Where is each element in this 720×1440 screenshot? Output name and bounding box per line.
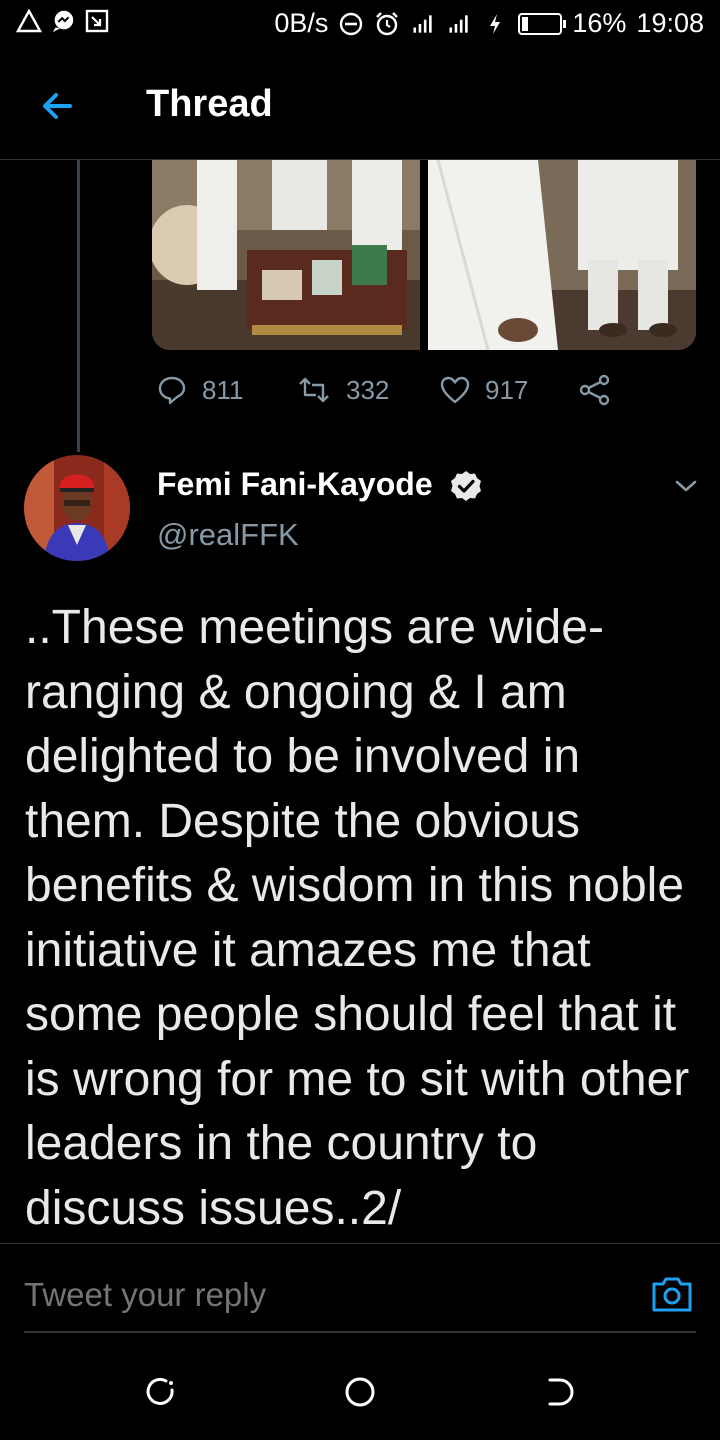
- reply-icon: [158, 376, 186, 405]
- author-name[interactable]: Femi Fani-Kayode: [157, 466, 433, 503]
- status-bar-left: [16, 8, 110, 34]
- system-navigation-bar: [0, 1346, 720, 1440]
- avatar[interactable]: [24, 455, 130, 561]
- dnd-icon: [338, 11, 364, 37]
- back-button[interactable]: [36, 84, 80, 128]
- network-speed: 0B/s: [274, 8, 329, 38]
- chevron-down-icon: [675, 480, 697, 492]
- home-button[interactable]: [342, 1374, 378, 1410]
- page-title: Thread: [146, 83, 273, 125]
- charging-icon: [482, 11, 508, 37]
- photo-room-scene: [152, 160, 420, 350]
- signal-icon: [410, 11, 436, 37]
- like-action[interactable]: 917: [439, 360, 528, 420]
- verified-badge-icon: [450, 470, 482, 502]
- camera-button[interactable]: [650, 1272, 694, 1316]
- divider: [0, 1243, 720, 1244]
- reply-count: 811: [202, 374, 244, 405]
- retweet-icon: [299, 377, 329, 403]
- retweet-count: 332: [346, 374, 390, 405]
- arrow-left-icon: [43, 93, 72, 119]
- share-icon: [579, 374, 610, 406]
- clock: 19:08: [636, 8, 704, 38]
- tweet-photo[interactable]: [152, 160, 420, 350]
- avatar-photo: [24, 455, 130, 561]
- thread-header: Thread: [0, 50, 720, 160]
- tweet-text: ..These meetings are wide-ranging & ongo…: [25, 601, 690, 1235]
- status-bar-right: 0B/s 16% 19:08: [274, 8, 704, 39]
- status-bar: 0B/s 16% 19:08: [0, 0, 720, 50]
- retweet-action[interactable]: 332: [296, 360, 389, 420]
- recents-icon: [146, 1377, 174, 1405]
- battery-icon: [518, 12, 567, 35]
- messenger-icon: [50, 8, 76, 34]
- home-circle-icon: [345, 1377, 375, 1407]
- reply-input[interactable]: [24, 1270, 624, 1320]
- signal-icon: [446, 11, 472, 37]
- back-nav-button[interactable]: [542, 1374, 578, 1410]
- battery-level-fill: [522, 16, 529, 31]
- reply-underline: [24, 1331, 696, 1333]
- screenshot-icon: [84, 8, 110, 34]
- like-count: 917: [485, 374, 529, 405]
- warning-icon: [16, 8, 42, 34]
- tweet-menu-button[interactable]: [672, 474, 700, 498]
- share-action[interactable]: [578, 360, 612, 420]
- battery-percent: 16%: [572, 8, 627, 38]
- alarm-icon: [374, 11, 400, 37]
- reply-action[interactable]: 811: [156, 360, 243, 420]
- tweet-photo[interactable]: [428, 160, 696, 350]
- author-handle[interactable]: @realFFK: [157, 517, 299, 553]
- heart-icon: [440, 376, 470, 404]
- tweet-actions: 811 332 917: [156, 360, 716, 420]
- recents-button[interactable]: [142, 1374, 178, 1410]
- thread-connector-line: [77, 160, 80, 452]
- photo-standing-men: [428, 160, 696, 350]
- camera-icon: [652, 1277, 692, 1312]
- back-nav-icon: [548, 1378, 574, 1406]
